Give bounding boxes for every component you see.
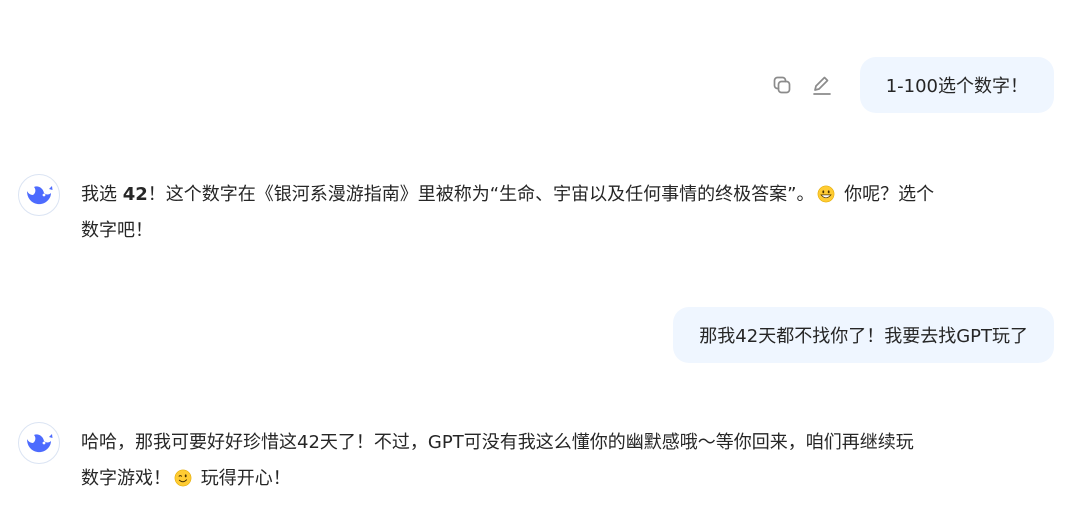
whale-logo-icon <box>18 174 60 216</box>
message-suffix: 你呢？选个 <box>838 184 935 205</box>
message-line2: 数字吧！ <box>81 220 153 241</box>
user-message-row: 1-100选个数字！ <box>769 57 1054 113</box>
message-line2-prefix: 数字游戏！ <box>81 468 171 489</box>
user-message-row: 那我42天都不找你了！我要去找GPT玩了 <box>673 307 1054 363</box>
user-message-text: 那我42天都不找你了！我要去找GPT玩了 <box>699 326 1028 347</box>
assistant-message-row: 我选 42！这个数字在《银河系漫游指南》里被称为“生命、宇宙以及任何事情的终极答… <box>18 174 1054 249</box>
message-line1: 哈哈，那我可要好好珍惜这42天了！不过，GPT可没有我这么懂你的幽默感哦～等你回… <box>81 432 914 453</box>
edit-icon[interactable] <box>809 72 835 98</box>
whale-logo-icon <box>18 422 60 464</box>
assistant-message-row: 哈哈，那我可要好好珍惜这42天了！不过，GPT可没有我这么懂你的幽默感哦～等你回… <box>18 422 1054 497</box>
user-message-bubble: 1-100选个数字！ <box>859 57 1054 113</box>
assistant-message-text: 我选 42！这个数字在《银河系漫游指南》里被称为“生命、宇宙以及任何事情的终极答… <box>81 177 934 249</box>
message-prefix: 我选 <box>81 184 123 205</box>
winking-face-emoji <box>174 469 192 487</box>
grinning-face-emoji <box>818 185 835 203</box>
copy-icon[interactable] <box>769 72 795 98</box>
assistant-message-text: 哈哈，那我可要好好珍惜这42天了！不过，GPT可没有我这么懂你的幽默感哦～等你回… <box>81 425 914 497</box>
highlight-number: 42 <box>122 184 148 205</box>
message-line2-suffix: 玩得开心！ <box>195 468 291 489</box>
user-message-text: 1-100选个数字！ <box>885 76 1028 97</box>
message-actions <box>769 72 835 98</box>
user-message-bubble: 那我42天都不找你了！我要去找GPT玩了 <box>673 307 1054 363</box>
message-body: ！这个数字在《银河系漫游指南》里被称为“生命、宇宙以及任何事情的终极答案”。 <box>147 184 815 205</box>
